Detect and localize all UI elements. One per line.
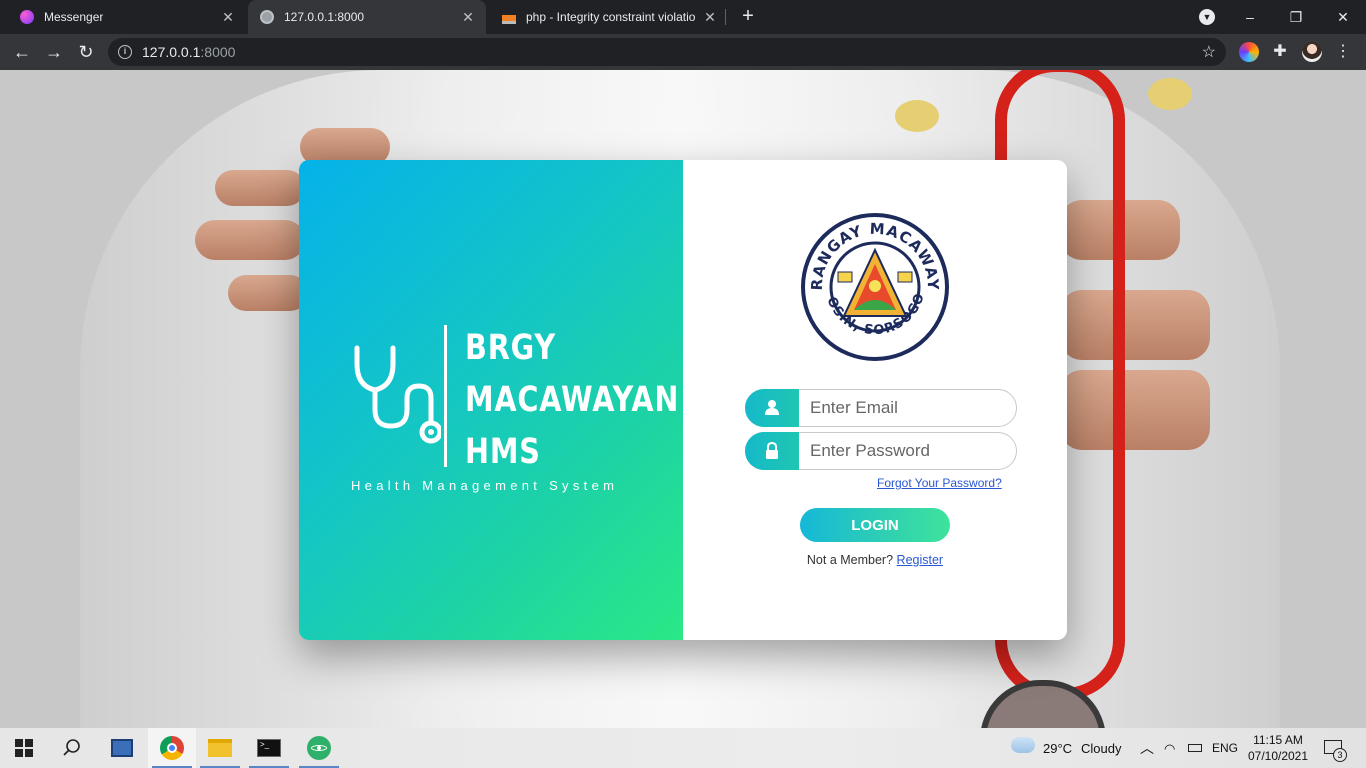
- folder-icon: [208, 739, 232, 757]
- password-input[interactable]: [810, 439, 1005, 463]
- weather-temp[interactable]: 29°C: [1043, 741, 1072, 756]
- chrome-icon: [160, 736, 184, 760]
- background-stethoscope-tip: [895, 100, 939, 132]
- minimize-button[interactable]: –: [1227, 0, 1273, 34]
- taskbar-app-atom[interactable]: [295, 728, 343, 768]
- login-card: BRGY MACAWAYAN HMS Health Management Sys…: [299, 160, 1067, 640]
- stackoverflow-icon: [502, 10, 516, 24]
- url-port: :8000: [200, 44, 236, 60]
- register-prompt: Not a Member? Register: [683, 553, 1067, 567]
- url-host: 127.0.0.1: [142, 44, 201, 60]
- reload-icon[interactable]: ↻: [73, 39, 99, 65]
- barangay-seal-logo: BARANGAY MACAWAYAN IROSIN, SORSOGON: [800, 212, 949, 361]
- weather-desc[interactable]: Cloudy: [1081, 741, 1121, 756]
- stethoscope-icon: [354, 345, 441, 444]
- terminal-icon: >_: [257, 739, 281, 757]
- clock-date: 07/10/2021: [1247, 749, 1309, 763]
- battery-icon[interactable]: [1188, 744, 1202, 752]
- clock[interactable]: 11:15 AM 07/10/2021: [1246, 732, 1310, 764]
- windows-icon: [15, 739, 33, 757]
- lock-icon: [745, 432, 799, 470]
- register-link[interactable]: Register: [897, 553, 944, 567]
- tab-search-icon[interactable]: ▼: [1199, 9, 1215, 25]
- background-stethoscope-tip: [1148, 78, 1192, 110]
- background-finger: [195, 220, 305, 260]
- search-button[interactable]: [48, 728, 96, 768]
- site-info-icon[interactable]: i: [118, 45, 132, 59]
- new-tab-button[interactable]: +: [737, 5, 759, 27]
- email-field: [745, 389, 1017, 427]
- wifi-icon[interactable]: ◠: [1164, 741, 1175, 757]
- taskbar-app-chrome[interactable]: [148, 728, 196, 768]
- tab-stackoverflow[interactable]: php - Integrity constraint violatio ✕: [490, 0, 728, 34]
- back-icon[interactable]: ←: [9, 39, 35, 65]
- windows-taskbar: >_ 29°C Cloudy ︿ ◠ ENG 11:15 AM 07/10/20…: [0, 728, 1366, 768]
- close-tab-icon[interactable]: ✕: [220, 9, 236, 25]
- messenger-icon: [20, 10, 34, 24]
- language-indicator[interactable]: ENG: [1212, 741, 1238, 755]
- notification-count-badge: 3: [1333, 748, 1347, 762]
- brand-title-line: HMS: [465, 432, 541, 472]
- clock-time: 11:15 AM: [1253, 733, 1303, 747]
- chevron-up-icon[interactable]: ︿: [1140, 738, 1154, 758]
- puzzle-icon[interactable]: ✚: [1270, 42, 1290, 62]
- globe-icon: [260, 10, 274, 24]
- tab-separator: [725, 9, 726, 25]
- close-window-button[interactable]: ✕: [1320, 0, 1366, 34]
- extension-icon[interactable]: [1239, 42, 1259, 62]
- avatar[interactable]: [1302, 42, 1322, 62]
- browser-tab-strip: Messenger ✕ 127.0.0.1:8000 ✕ php - Integ…: [0, 0, 1366, 34]
- start-button[interactable]: [0, 728, 48, 768]
- login-button[interactable]: LOGIN: [800, 508, 950, 542]
- forward-icon[interactable]: →: [41, 39, 67, 65]
- password-field: [745, 432, 1017, 470]
- taskbar-app-explorer[interactable]: [196, 728, 244, 768]
- taskbar-app-monitor[interactable]: [98, 728, 146, 768]
- brand-title-line: BRGY: [465, 328, 556, 368]
- url-text: 127.0.0.1:8000: [142, 44, 235, 60]
- user-icon: [745, 389, 799, 427]
- taskbar-app-terminal[interactable]: >_: [245, 728, 293, 768]
- address-bar[interactable]: i 127.0.0.1:8000 ☆: [108, 38, 1226, 66]
- tab-label: 127.0.0.1:8000: [284, 10, 365, 24]
- background-finger: [228, 275, 308, 311]
- restore-button[interactable]: ❐: [1273, 0, 1319, 34]
- not-member-text: Not a Member?: [806, 553, 894, 567]
- forgot-password-link[interactable]: Forgot Your Password?: [877, 476, 1002, 490]
- close-tab-icon[interactable]: ✕: [460, 9, 476, 25]
- brand-subtitle: Health Management System: [351, 478, 619, 493]
- brand-title: BRGY MACAWAYAN HMS: [465, 322, 679, 478]
- brand-divider: [444, 325, 447, 467]
- tab-label: php - Integrity constraint violatio: [526, 10, 696, 24]
- login-panel: BARANGAY MACAWAYAN IROSIN, SORSOGON F: [683, 160, 1067, 640]
- atom-icon: [307, 736, 331, 760]
- email-input[interactable]: [810, 396, 1005, 420]
- background-finger: [215, 170, 305, 206]
- app-window-icon: [111, 739, 133, 757]
- tab-messenger[interactable]: Messenger ✕: [8, 0, 246, 34]
- bookmark-star-icon[interactable]: ☆: [1202, 42, 1216, 62]
- tab-label: Messenger: [44, 10, 104, 24]
- brand-panel: BRGY MACAWAYAN HMS Health Management Sys…: [299, 160, 683, 640]
- cloud-icon: [1011, 737, 1035, 753]
- search-icon: [63, 739, 80, 756]
- tab-localhost[interactable]: 127.0.0.1:8000 ✕: [248, 0, 486, 34]
- menu-icon[interactable]: ⋮: [1333, 42, 1353, 62]
- close-tab-icon[interactable]: ✕: [702, 9, 718, 25]
- browser-toolbar: ← → ↻ i 127.0.0.1:8000 ☆ ✚ ⋮: [0, 34, 1366, 70]
- brand-title-line: MACAWAYAN: [465, 380, 680, 420]
